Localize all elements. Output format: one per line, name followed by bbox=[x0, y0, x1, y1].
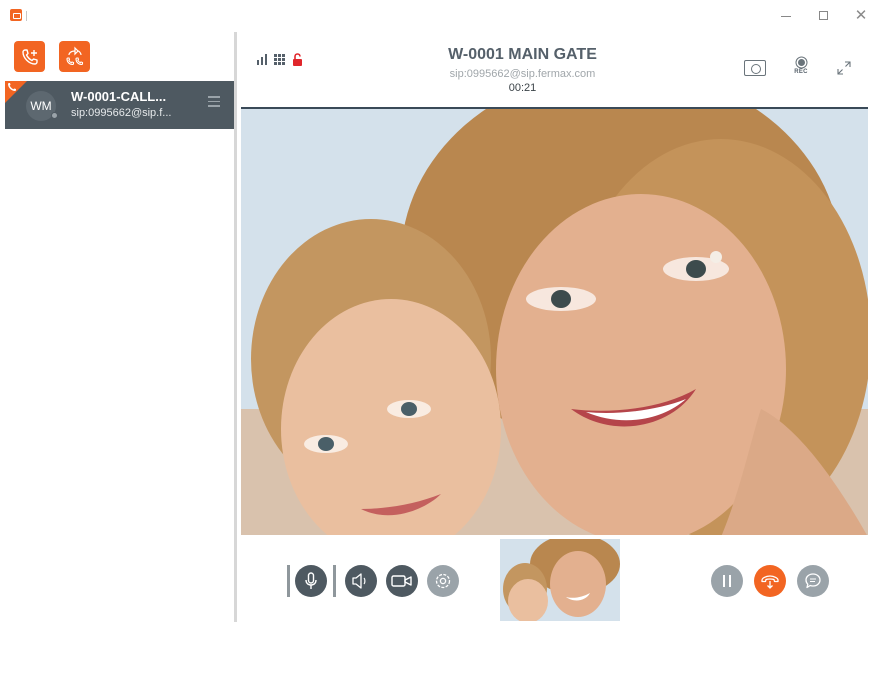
camera-snapshot-icon[interactable] bbox=[744, 60, 766, 76]
settings-icon bbox=[435, 573, 451, 589]
transfer-call-icon bbox=[65, 46, 83, 65]
speaker-icon bbox=[352, 573, 366, 589]
panel-divider[interactable] bbox=[234, 32, 237, 622]
call-sip-address: sip:0995662@sip.fermax.com bbox=[449, 68, 596, 80]
chat-icon bbox=[805, 573, 821, 589]
call-title: W-0001 MAIN GATE bbox=[448, 46, 597, 63]
call-address: sip:0995662@sip.f... bbox=[71, 107, 172, 119]
title-bar: ✕ bbox=[0, 0, 875, 30]
control-separator bbox=[333, 565, 336, 597]
remote-video bbox=[241, 107, 868, 535]
remote-video-image bbox=[241, 109, 868, 535]
video-camera-icon bbox=[391, 575, 412, 587]
call-list-item[interactable]: WM W-0001-CALL... sip:0995662@sip.f... bbox=[5, 81, 234, 129]
microphone-button[interactable] bbox=[295, 565, 327, 597]
new-call-button[interactable] bbox=[14, 41, 45, 72]
maximize-button[interactable] bbox=[814, 8, 832, 24]
app-logo-icon bbox=[10, 9, 22, 21]
local-video-image bbox=[500, 539, 620, 621]
hangup-button[interactable] bbox=[754, 565, 786, 597]
dialpad-icon[interactable] bbox=[274, 53, 285, 65]
expand-icon[interactable] bbox=[836, 60, 852, 76]
menu-icon[interactable] bbox=[208, 96, 222, 108]
call-controls-left bbox=[287, 565, 467, 597]
call-timer: 00:21 bbox=[508, 82, 537, 94]
unlock-icon[interactable] bbox=[292, 52, 303, 66]
app-window: ✕ WM W-0001-CALL... sip:0995662@sip.f...… bbox=[0, 0, 875, 695]
control-separator bbox=[287, 565, 290, 597]
pause-icon bbox=[723, 575, 731, 587]
transfer-call-button[interactable] bbox=[59, 41, 90, 72]
phone-icon bbox=[8, 83, 16, 91]
presence-status-dot bbox=[51, 112, 58, 119]
call-status-icons bbox=[257, 52, 303, 66]
hangup-icon bbox=[761, 575, 779, 589]
microphone-icon bbox=[305, 572, 317, 589]
local-video-preview[interactable] bbox=[500, 539, 620, 621]
video-button[interactable] bbox=[386, 565, 418, 597]
settings-button[interactable] bbox=[427, 565, 459, 597]
record-button[interactable]: REC bbox=[790, 58, 812, 78]
chat-button[interactable] bbox=[797, 565, 829, 597]
add-call-icon bbox=[21, 48, 38, 65]
title-separator bbox=[26, 11, 27, 21]
record-icon bbox=[797, 59, 805, 66]
call-name: W-0001-CALL... bbox=[71, 89, 167, 104]
call-controls-right bbox=[711, 565, 841, 597]
pause-button[interactable] bbox=[711, 565, 743, 597]
signal-icon bbox=[257, 53, 267, 65]
minimize-button[interactable] bbox=[777, 8, 795, 24]
close-button[interactable]: ✕ bbox=[852, 8, 870, 24]
record-label: REC bbox=[794, 69, 808, 75]
speaker-button[interactable] bbox=[345, 565, 377, 597]
